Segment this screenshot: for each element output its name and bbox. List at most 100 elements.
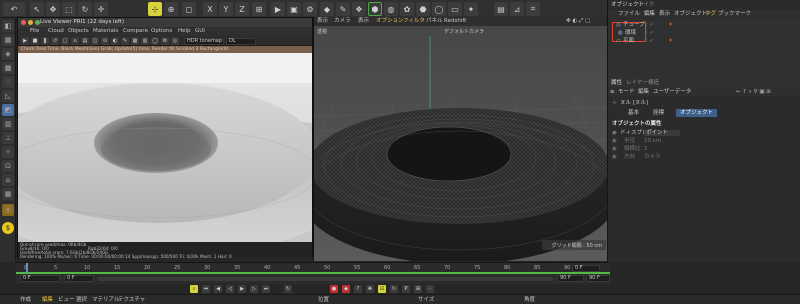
edge-mode-icon[interactable]: ◺ xyxy=(2,90,14,102)
menu-help[interactable]: Help xyxy=(178,27,191,36)
undo-icon[interactable]: ↶ xyxy=(3,2,25,16)
clay-icon[interactable]: ◯ xyxy=(151,37,159,45)
menu-gui[interactable]: GUI xyxy=(195,27,205,36)
vp-menu-redshift[interactable]: Redshift xyxy=(444,17,466,26)
autokey-icon[interactable]: ● xyxy=(330,285,338,293)
display-dropdown[interactable]: ポイント xyxy=(644,130,680,136)
bottom-menu-material[interactable]: マテリアル xyxy=(92,295,119,304)
light-icon[interactable]: ✦ xyxy=(464,2,478,16)
prev-frame-icon[interactable]: ◁ xyxy=(226,285,234,293)
om-menu-view[interactable]: 表示 xyxy=(659,10,670,18)
scale-icon[interactable]: ⬚ xyxy=(62,2,76,16)
render-view-icon[interactable]: ▶ xyxy=(271,2,285,16)
menu-objects[interactable]: Objects xyxy=(68,27,89,36)
visibility-icon[interactable]: ⁝ ✓ xyxy=(646,21,654,29)
histogram-icon[interactable]: ▥ xyxy=(141,37,149,45)
first-frame-icon[interactable]: ⏮ xyxy=(202,285,210,293)
aspect-field[interactable]: 1 xyxy=(644,145,648,153)
om-menu-objects[interactable]: オブジェクト xyxy=(674,10,707,18)
tab-structure[interactable]: 構造 xyxy=(648,79,659,87)
vp-nav-icons[interactable]: ✥ ◐ ⤢ ▢ xyxy=(566,17,590,26)
bottom-menu-create[interactable]: 作成 xyxy=(20,295,31,304)
axis-icon[interactable]: ⊕ xyxy=(164,2,178,16)
attr-menu-icon[interactable]: ≡ xyxy=(610,88,615,96)
bottom-menu-view[interactable]: ビュー xyxy=(58,295,75,304)
subtab-object[interactable]: オブジェクト xyxy=(676,109,718,117)
y-axis-icon[interactable]: Y xyxy=(219,2,233,16)
field-icon[interactable]: ⬣ xyxy=(416,2,430,16)
tab-attributes[interactable]: 属性 xyxy=(611,79,622,87)
om-menu-edit[interactable]: 編集 xyxy=(644,10,655,18)
next-frame-icon[interactable]: ▷ xyxy=(250,285,258,293)
bottom-menu-texture[interactable]: テクスチャ xyxy=(118,295,145,304)
tab-takes[interactable]: テイク xyxy=(638,1,654,9)
point-mode-icon[interactable]: ⁘ xyxy=(2,76,14,88)
model-mode-icon[interactable]: ▦ xyxy=(2,34,14,46)
orientation-dropdown[interactable]: カメラ xyxy=(644,153,661,161)
cube-icon[interactable]: ◆ xyxy=(320,2,334,16)
visibility-icon[interactable]: ⁝ ✓ xyxy=(646,37,654,45)
loop-icon[interactable]: ↻ xyxy=(284,285,292,293)
settings-icon[interactable]: ⚙ xyxy=(161,37,169,45)
axis-mode-icon[interactable]: ⊥ xyxy=(2,132,14,144)
param-dot[interactable]: ◉ xyxy=(612,137,617,145)
snap-icon[interactable]: ⊿ xyxy=(510,2,524,16)
deformer-icon[interactable]: ◍ xyxy=(384,2,398,16)
texture-mode-icon[interactable]: ◈ xyxy=(2,48,14,60)
layout-icon[interactable]: ▤ xyxy=(494,2,508,16)
attr-menu-mode[interactable]: モード xyxy=(618,88,635,96)
dots-icon[interactable]: ⁘ xyxy=(426,285,434,293)
vp-menu-display[interactable]: 表示 xyxy=(358,17,369,26)
vp-menu-view[interactable]: 表示 xyxy=(317,17,328,26)
camera-icon[interactable]: ▭ xyxy=(448,2,462,16)
timeline-ruler[interactable]: 0 5 10 15 20 25 30 35 40 45 50 55 60 65 70 75 80 85 90 0 F xyxy=(16,262,610,275)
render-pause-icon[interactable]: ❚ xyxy=(41,37,49,45)
focus-icon[interactable]: ⊙ xyxy=(101,37,109,45)
vp-menu-camera[interactable]: カメラ xyxy=(334,17,351,26)
make-editable-icon[interactable]: ◧ xyxy=(2,20,14,32)
tonemap-select[interactable]: HDR tonemap xyxy=(184,38,224,45)
render-stop-icon[interactable]: ■ xyxy=(31,37,39,45)
param-dot[interactable]: ◉ xyxy=(612,145,617,153)
rotate-icon[interactable]: ↻ xyxy=(78,2,92,16)
dollar-icon[interactable]: $ xyxy=(2,222,14,234)
attr-menu-userdata[interactable]: ユーザーデータ xyxy=(653,88,691,96)
render-region-icon[interactable]: ⊹ xyxy=(148,2,162,16)
kernel-select[interactable]: DL xyxy=(226,38,256,45)
move-key-icon[interactable]: ✥ xyxy=(366,285,374,293)
om-menu-file[interactable]: ファイル xyxy=(618,10,640,18)
object-mode-icon[interactable]: ◻ xyxy=(182,2,196,16)
current-frame-field[interactable]: 0 F xyxy=(572,265,600,272)
polygon-mode-icon[interactable]: ◩ xyxy=(2,104,14,116)
compare-icon[interactable]: ◫ xyxy=(91,37,99,45)
key-settings-icon[interactable]: ? xyxy=(354,285,362,293)
radius-field[interactable]: 10 cm xyxy=(644,137,661,145)
subtab-basic[interactable]: 基本 xyxy=(628,109,639,117)
coordinate-system-icon[interactable]: ⊞ xyxy=(252,2,266,16)
tweak-mode-icon[interactable]: ✧ xyxy=(2,146,14,158)
lock-camera-icon[interactable]: ⌂ xyxy=(71,37,79,45)
reset-icon[interactable]: ↺ xyxy=(51,37,59,45)
grid-view-icon[interactable]: ▦ xyxy=(131,37,139,45)
array-icon[interactable]: ⬢ xyxy=(368,2,382,16)
move-icon[interactable]: ✥ xyxy=(46,2,60,16)
region-icon[interactable]: ▢ xyxy=(61,37,69,45)
uv-mode-icon[interactable]: ▥ xyxy=(2,118,14,130)
scene-icon[interactable]: ◯ xyxy=(432,2,446,16)
save-image-icon[interactable]: ▤ xyxy=(81,37,89,45)
mograph-icon[interactable]: ✿ xyxy=(400,2,414,16)
om-menu-tags[interactable]: タグ xyxy=(705,10,716,18)
attr-nav-icons[interactable]: ← ↑ ⌕ ⚲ ▣ ⊞ xyxy=(736,88,771,96)
z-axis-icon[interactable]: Z xyxy=(235,2,249,16)
frame-range-slider[interactable] xyxy=(98,277,553,281)
render-settings-icon[interactable]: ⚙ xyxy=(303,2,317,16)
param-dot[interactable]: ◉ xyxy=(612,129,617,137)
menu-options[interactable]: Options xyxy=(151,27,172,36)
scale-key-icon[interactable]: ⊡ xyxy=(378,285,386,293)
minimize-icon[interactable] xyxy=(28,20,33,25)
render-start-icon[interactable]: ▶ xyxy=(21,37,29,45)
tab-layers[interactable]: レイヤー xyxy=(626,79,648,87)
menu-file[interactable]: File xyxy=(30,27,39,36)
menu-compare[interactable]: Compare xyxy=(123,27,148,36)
prev-key-icon[interactable]: ◀ xyxy=(214,285,222,293)
